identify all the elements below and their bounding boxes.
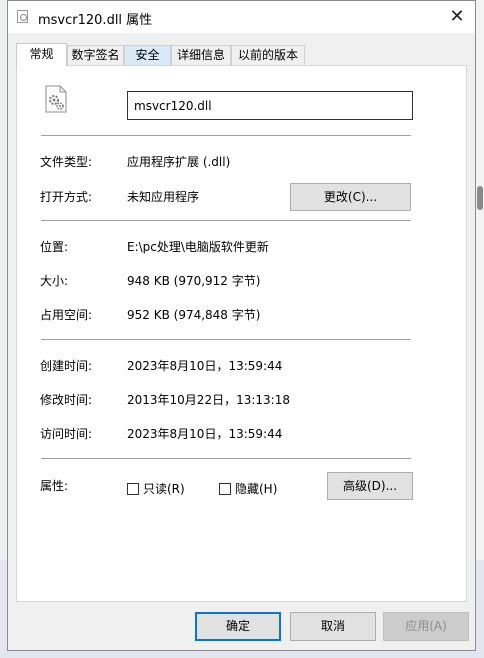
size-on-disk-value: 952 KB (974,848 字节) — [127, 308, 261, 322]
hidden-checkbox[interactable]: 隐藏(H) — [219, 480, 277, 497]
accessed-value: 2023年8月10日，13:59:44 — [127, 427, 283, 441]
size-label: 大小: — [40, 274, 69, 288]
tab-previous-versions[interactable]: 以前的版本 — [231, 45, 305, 65]
advanced-button[interactable]: 高级(D)... — [327, 472, 413, 500]
tab-general[interactable]: 常规 — [16, 43, 67, 66]
tab-details[interactable]: 详细信息 — [171, 45, 231, 65]
ok-button[interactable]: 确定 — [195, 612, 281, 641]
properties-dialog: msvcr120.dll 属性 ✕ 常规 数字签名 安全 详细信息 以前的版本 … — [7, 0, 476, 651]
readonly-checkbox-label: 只读(R) — [143, 482, 185, 496]
apply-button[interactable]: 应用(A) — [383, 612, 469, 641]
separator — [41, 458, 411, 459]
hidden-checkbox-label: 隐藏(H) — [235, 482, 278, 496]
general-tab-panel: 文件类型: 应用程序扩展 (.dll) 打开方式: 未知应用程序 更改(C)..… — [16, 65, 467, 602]
separator — [41, 135, 411, 136]
close-button[interactable]: ✕ — [443, 4, 471, 30]
open-with-value: 未知应用程序 — [127, 190, 200, 204]
size-value: 948 KB (970,912 字节) — [127, 274, 261, 288]
cancel-button[interactable]: 取消 — [290, 612, 376, 641]
modified-value: 2013年10月22日，13:13:18 — [127, 393, 290, 407]
background-scrollbar-thumb[interactable] — [477, 186, 483, 210]
readonly-checkbox-box[interactable] — [127, 482, 139, 495]
tab-digital-signatures[interactable]: 数字签名 — [67, 45, 124, 65]
file-type-label: 文件类型: — [40, 155, 93, 169]
created-label: 创建时间: — [40, 359, 93, 373]
separator — [41, 339, 411, 340]
created-value: 2023年8月10日，13:59:44 — [127, 359, 283, 373]
file-name-field[interactable] — [127, 91, 413, 120]
size-on-disk-label: 占用空间: — [40, 308, 93, 322]
change-button[interactable]: 更改(C)... — [290, 183, 411, 211]
readonly-checkbox[interactable]: 只读(R) — [127, 480, 185, 497]
title-bar: msvcr120.dll 属性 ✕ — [8, 1, 475, 33]
modified-label: 修改时间: — [40, 393, 93, 407]
hidden-checkbox-box[interactable] — [219, 482, 231, 495]
tab-security[interactable]: 安全 — [124, 45, 171, 65]
attributes-label: 属性: — [40, 479, 69, 493]
location-value: E:\pc处理\电脑版软件更新 — [127, 240, 269, 254]
dll-gear-file-icon — [45, 85, 67, 113]
open-with-label: 打开方式: — [40, 190, 93, 204]
window-title: msvcr120.dll 属性 — [38, 13, 153, 28]
separator — [41, 220, 411, 221]
dll-file-icon — [17, 10, 28, 23]
accessed-label: 访问时间: — [40, 427, 93, 441]
file-type-value: 应用程序扩展 (.dll) — [127, 155, 231, 169]
location-label: 位置: — [40, 240, 69, 254]
